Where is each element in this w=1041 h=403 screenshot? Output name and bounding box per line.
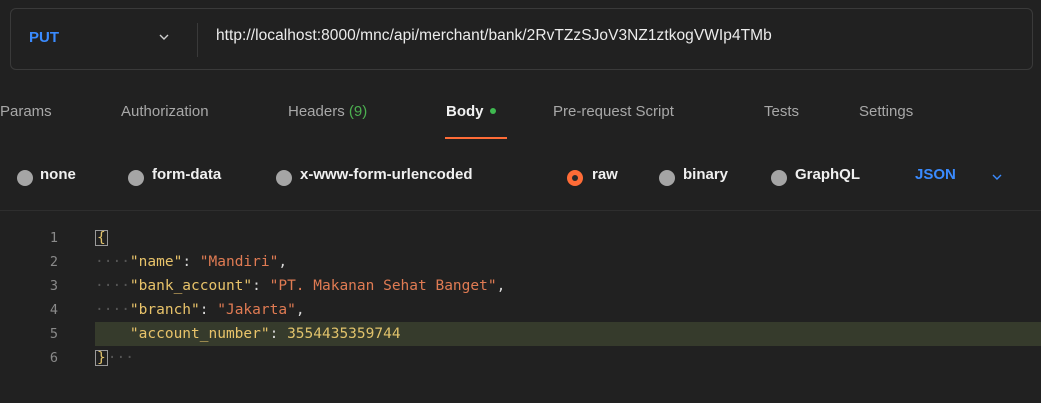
radio-graphql-label[interactable]: GraphQL bbox=[795, 166, 860, 183]
json-colon: : bbox=[182, 254, 200, 270]
radio-form-data-icon[interactable] bbox=[128, 170, 144, 186]
tab-pre-request-script[interactable]: Pre-request Script bbox=[553, 103, 674, 120]
tab-authorization[interactable]: Authorization bbox=[121, 103, 209, 120]
json-colon: : bbox=[269, 326, 288, 342]
open-brace: { bbox=[95, 230, 108, 246]
code-line: 4 ····"branch": "Jakarta", bbox=[0, 298, 1041, 322]
active-tab-indicator bbox=[445, 137, 507, 139]
json-colon: : bbox=[199, 302, 218, 318]
radio-raw-icon[interactable] bbox=[567, 170, 583, 186]
code-line: 6 } ··· bbox=[0, 346, 1041, 370]
json-value: "Jakarta" bbox=[217, 302, 296, 318]
json-key: "name" bbox=[129, 254, 183, 270]
json-key: "branch" bbox=[129, 302, 200, 318]
radio-none-label[interactable]: none bbox=[40, 166, 76, 183]
tab-settings[interactable]: Settings bbox=[859, 103, 913, 120]
tab-body[interactable]: Body bbox=[446, 103, 496, 120]
line-number: 5 bbox=[49, 326, 58, 342]
line-number: 1 bbox=[49, 230, 58, 246]
tab-headers[interactable]: Headers (9) bbox=[288, 103, 367, 120]
language-select[interactable]: JSON bbox=[915, 166, 956, 183]
tab-headers-label: Headers bbox=[288, 103, 345, 120]
line-number: 2 bbox=[49, 254, 58, 270]
modified-dot-icon bbox=[489, 108, 496, 115]
tab-tests[interactable]: Tests bbox=[764, 103, 799, 120]
request-bar: PUT http://localhost:8000/mnc/api/mercha… bbox=[10, 8, 1033, 70]
radio-urlencoded-icon[interactable] bbox=[276, 170, 292, 186]
body-type-selector: none form-data x-www-form-urlencoded raw… bbox=[0, 166, 1041, 190]
json-comma: , bbox=[496, 278, 506, 294]
radio-urlencoded-label[interactable]: x-www-form-urlencoded bbox=[300, 166, 473, 183]
chevron-down-icon[interactable] bbox=[992, 172, 1002, 182]
headers-count: (9) bbox=[348, 103, 368, 120]
json-value: "Mandiri" bbox=[199, 254, 279, 270]
code-line: 3 ····"bank_account": "PT. Makanan Sehat… bbox=[0, 274, 1041, 298]
code-editor[interactable]: 1 { 2 ····"name": "Mandiri", 3 ····"bank… bbox=[0, 226, 1041, 403]
code-line: 2 ····"name": "Mandiri", bbox=[0, 250, 1041, 274]
chevron-down-icon[interactable] bbox=[159, 32, 169, 42]
json-key: "bank_account" bbox=[129, 278, 253, 294]
radio-form-data-label[interactable]: form-data bbox=[152, 166, 221, 183]
radio-binary-icon[interactable] bbox=[659, 170, 675, 186]
request-tabs: Params Authorization Headers (9) Body Pr… bbox=[0, 103, 1041, 129]
json-key: "account_number" bbox=[129, 326, 270, 342]
json-value: 3554435359744 bbox=[287, 326, 401, 342]
line-number: 6 bbox=[49, 350, 58, 366]
json-comma: , bbox=[278, 254, 288, 270]
method-select[interactable]: PUT bbox=[29, 29, 59, 46]
radio-raw-label[interactable]: raw bbox=[592, 166, 618, 183]
tab-params[interactable]: Params bbox=[0, 103, 52, 120]
close-brace: } bbox=[95, 350, 108, 366]
json-value: "PT. Makanan Sehat Banget" bbox=[269, 278, 497, 294]
tab-body-label: Body bbox=[446, 103, 484, 120]
line-number: 4 bbox=[49, 302, 58, 318]
json-comma: , bbox=[295, 302, 305, 318]
divider bbox=[0, 210, 1041, 211]
code-line: 5 "account_number": 3554435359744 bbox=[0, 322, 1041, 346]
url-input[interactable]: http://localhost:8000/mnc/api/merchant/b… bbox=[216, 27, 772, 45]
code-line: 1 { bbox=[0, 226, 1041, 250]
radio-binary-label[interactable]: binary bbox=[683, 166, 728, 183]
radio-graphql-icon[interactable] bbox=[771, 170, 787, 186]
line-number: 3 bbox=[49, 278, 58, 294]
divider bbox=[197, 23, 198, 57]
json-colon: : bbox=[252, 278, 270, 294]
radio-none-icon[interactable] bbox=[17, 170, 33, 186]
